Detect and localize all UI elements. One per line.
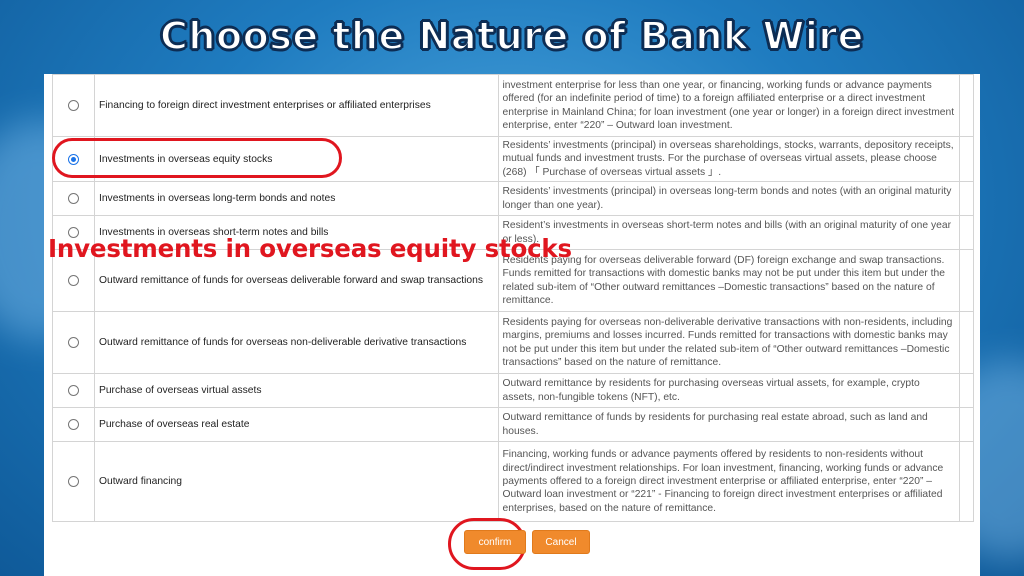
annotation-caption: Investments in overseas equity stocks bbox=[48, 234, 572, 263]
option-label: Investments in overseas equity stocks bbox=[93, 135, 499, 183]
option-description: Outward remittance of funds by residents… bbox=[497, 407, 960, 443]
option-label: Purchase of overseas real estate bbox=[93, 407, 499, 443]
radio-cell bbox=[52, 311, 95, 375]
option-radio[interactable] bbox=[67, 153, 79, 165]
confirm-button[interactable]: confirm bbox=[464, 530, 526, 554]
radio-cell bbox=[52, 135, 95, 183]
option-description: Residents paying for overseas non-delive… bbox=[497, 311, 960, 375]
option-row[interactable]: Investments in overseas equity stocks Res… bbox=[52, 135, 975, 183]
option-description: Outward remittance by residents for purc… bbox=[497, 373, 960, 409]
row-spacer bbox=[958, 311, 975, 375]
option-description: Residents’ investments (principal) in ov… bbox=[497, 135, 960, 183]
option-row[interactable]: Outward remittance of funds for overseas… bbox=[52, 311, 975, 375]
row-spacer bbox=[958, 215, 975, 251]
row-spacer bbox=[958, 74, 975, 137]
cancel-button[interactable]: Cancel bbox=[532, 530, 590, 554]
option-radio[interactable] bbox=[67, 193, 79, 205]
row-spacer bbox=[958, 135, 975, 183]
radio-cell bbox=[52, 181, 95, 217]
option-row[interactable]: Purchase of overseas real estate Outward … bbox=[52, 407, 975, 443]
row-spacer bbox=[958, 373, 975, 409]
radio-cell bbox=[52, 441, 95, 523]
option-description: investment enterprise for less than one … bbox=[497, 74, 960, 137]
radio-cell bbox=[52, 74, 95, 137]
page-title: Choose the Nature of Bank Wire bbox=[159, 13, 864, 59]
option-description: Residents’ investments (principal) in ov… bbox=[497, 181, 960, 217]
option-label: Outward financing bbox=[93, 441, 499, 523]
option-label: Purchase of overseas virtual assets bbox=[93, 373, 499, 409]
row-spacer bbox=[958, 441, 975, 523]
bank-wire-panel: Financing to foreign direct investment e… bbox=[44, 74, 980, 576]
remittance-nature-table: Financing to foreign direct investment e… bbox=[52, 74, 975, 523]
radio-cell bbox=[52, 373, 95, 409]
row-spacer bbox=[958, 181, 975, 217]
option-description: Financing, working funds or advance paym… bbox=[497, 441, 960, 523]
option-radio[interactable] bbox=[67, 385, 79, 397]
option-radio[interactable] bbox=[67, 337, 79, 349]
option-label: Financing to foreign direct investment e… bbox=[93, 74, 499, 137]
option-label: Investments in overseas long-term bonds … bbox=[93, 181, 499, 217]
row-spacer bbox=[958, 249, 975, 313]
option-radio[interactable] bbox=[67, 476, 79, 488]
option-radio[interactable] bbox=[67, 275, 79, 287]
radio-cell bbox=[52, 407, 95, 443]
option-row[interactable]: Financing to foreign direct investment e… bbox=[52, 74, 975, 137]
row-spacer bbox=[958, 407, 975, 443]
option-label: Outward remittance of funds for overseas… bbox=[93, 311, 499, 375]
option-radio[interactable] bbox=[67, 419, 79, 431]
option-row[interactable]: Purchase of overseas virtual assets Outwa… bbox=[52, 373, 975, 409]
option-radio[interactable] bbox=[67, 99, 79, 111]
option-row[interactable]: Investments in overseas long-term bonds … bbox=[52, 181, 975, 217]
option-row[interactable]: Outward financing Financing, working fund… bbox=[52, 441, 975, 523]
